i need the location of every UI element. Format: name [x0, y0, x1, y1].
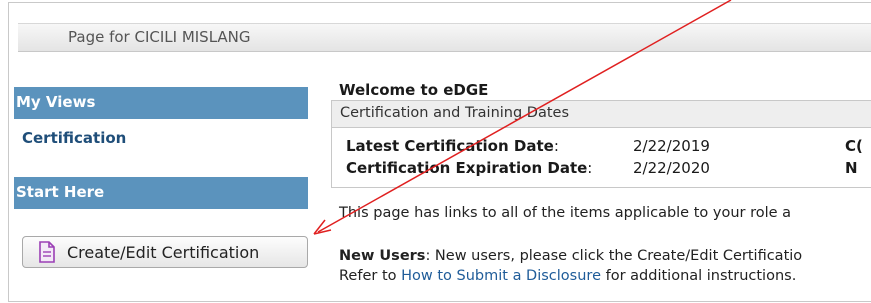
annotation-arrow: [313, 0, 732, 235]
